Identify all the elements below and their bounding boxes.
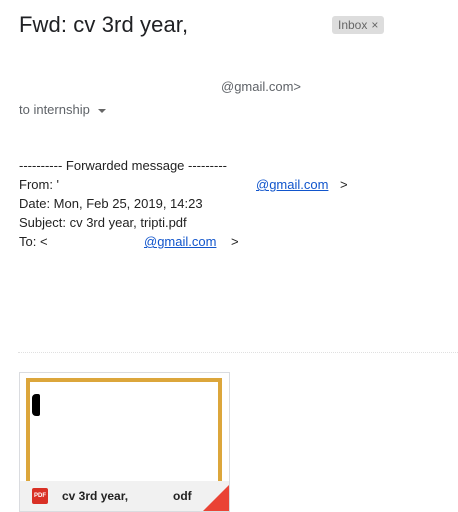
pdf-file-icon: PDF	[32, 488, 48, 504]
attachment-divider	[18, 352, 458, 353]
inbox-label-text: Inbox	[338, 18, 368, 32]
from-label: From: '	[19, 177, 60, 192]
forwarded-from-line: From: ' @gmail.com >	[19, 175, 348, 194]
page-corner-red-icon	[203, 485, 229, 511]
from-close: >	[340, 177, 348, 192]
recipient-details-toggle[interactable]: to internship	[19, 102, 106, 117]
chevron-down-icon	[97, 108, 106, 113]
recipient-text: to internship	[19, 102, 90, 117]
thumbnail-mark	[32, 394, 40, 416]
remove-label-icon[interactable]: ×	[371, 16, 378, 34]
message-body: ---------- Forwarded message --------- F…	[19, 156, 348, 251]
message-subject: Fwd: cv 3rd year,	[19, 12, 189, 37]
inbox-label-chip[interactable]: Inbox ×	[332, 16, 385, 34]
sender-email: @gmail.com>	[221, 79, 302, 94]
from-email-link[interactable]: @gmail.com	[256, 175, 328, 194]
attachment-info-bar: PDF cv 3rd year, odf	[20, 481, 229, 511]
forwarded-subject-line: Subject: cv 3rd year, tripti.pdf	[19, 215, 187, 230]
attachment-thumbnail	[26, 378, 222, 488]
attachment-name-end: odf	[173, 489, 192, 503]
attachment-name-start: cv 3rd year,	[62, 489, 129, 503]
forwarded-header: ---------- Forwarded message ---------	[19, 158, 227, 173]
to-close: >	[231, 234, 239, 249]
to-email-link[interactable]: @gmail.com	[144, 232, 216, 251]
forwarded-date-line: Date: Mon, Feb 25, 2019, 14:23	[19, 196, 203, 211]
pdf-attachment-card[interactable]: PDF cv 3rd year, odf	[19, 372, 230, 512]
forwarded-to-line: To: < @gmail.com >	[19, 232, 239, 251]
to-label: To: <	[19, 234, 48, 249]
